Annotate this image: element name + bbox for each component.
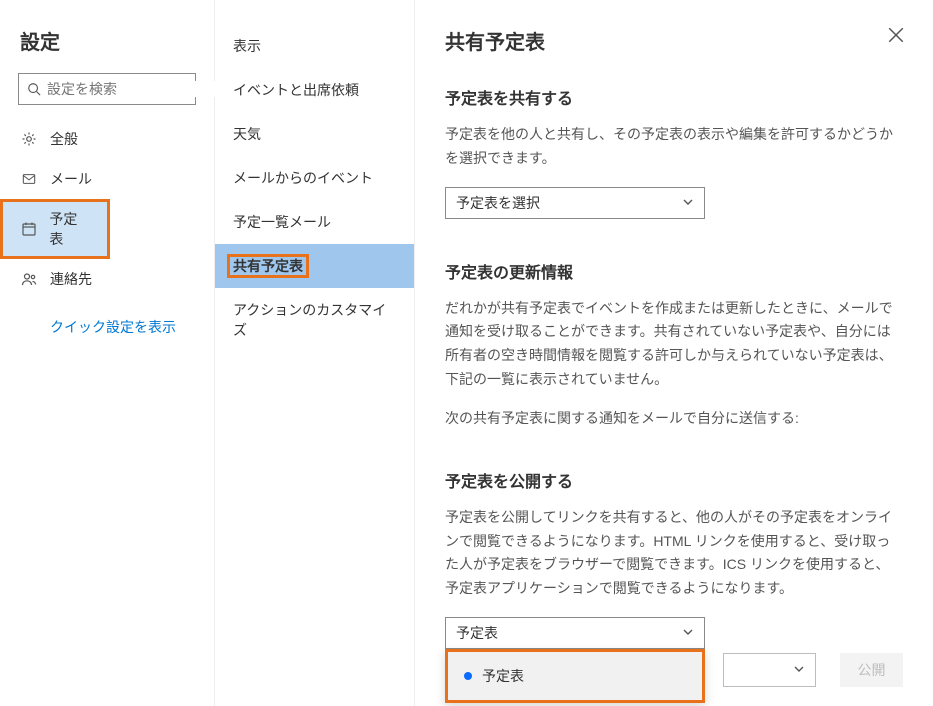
nav-item-calendar[interactable]: 予定表 [0, 199, 110, 259]
sub-item-label: 共有予定表 [227, 254, 309, 278]
sub-item-actions[interactable]: アクションのカスタマイズ [215, 288, 414, 352]
chevron-down-icon [682, 195, 694, 211]
sub-item-shared-calendars[interactable]: 共有予定表 [215, 244, 414, 288]
publish-option[interactable]: 予定表 [460, 660, 690, 692]
updates-desc: だれかが共有予定表でイベントを作成または更新したときに、メールで通知を受け取るこ… [445, 297, 903, 392]
nav-label: 全般 [50, 129, 78, 149]
contacts-icon [20, 270, 38, 288]
search-icon [27, 80, 41, 98]
chevron-down-icon [682, 625, 694, 641]
section-share: 予定表を共有する 予定表を他の人と共有し、その予定表の表示や編集を許可するかどう… [445, 85, 903, 219]
publish-button[interactable]: 公開 [840, 653, 903, 687]
mail-icon [20, 170, 38, 188]
publish-permission-select[interactable] [723, 653, 816, 687]
publish-desc: 予定表を公開してリンクを共有すると、他の人がその予定表をオンラインで閲覧できるよ… [445, 506, 903, 601]
settings-title: 設定 [0, 18, 214, 73]
settings-category-nav: 設定 全般 メール 予定表 [0, 0, 215, 706]
nav-label: メール [50, 169, 92, 189]
settings-search[interactable] [18, 73, 196, 105]
updates-label: 次の共有予定表に関する通知をメールで自分に送信する: [445, 408, 903, 428]
section-publish: 予定表を公開する 予定表を公開してリンクを共有すると、他の人がその予定表をオンラ… [445, 468, 903, 687]
share-title: 予定表を共有する [445, 85, 903, 109]
sub-item-view[interactable]: 表示 [215, 24, 414, 68]
calendar-icon [20, 220, 37, 238]
chevron-down-icon [793, 662, 805, 678]
nav-item-general[interactable]: 全般 [0, 119, 214, 159]
share-calendar-select[interactable]: 予定表を選択 [445, 187, 705, 219]
sub-item-events[interactable]: イベントと出席依頼 [215, 68, 414, 112]
section-updates: 予定表の更新情報 だれかが共有予定表でイベントを作成または更新したときに、メール… [445, 259, 903, 428]
nav-label: 予定表 [49, 209, 90, 249]
settings-content: 共有予定表 予定表を共有する 予定表を他の人と共有し、その予定表の表示や編集を許… [415, 0, 933, 706]
updates-title: 予定表の更新情報 [445, 259, 903, 283]
share-desc: 予定表を他の人と共有し、その予定表の表示や編集を許可するかどうかを選択できます。 [445, 123, 903, 171]
publish-option-label: 予定表 [482, 666, 524, 686]
sub-item-weather[interactable]: 天気 [215, 112, 414, 156]
nav-item-contacts[interactable]: 連絡先 [0, 259, 214, 299]
publish-title: 予定表を公開する [445, 468, 903, 492]
nav-item-mail[interactable]: メール [0, 159, 214, 199]
gear-icon [20, 130, 38, 148]
quick-settings-link[interactable]: クイック設定を表示 [0, 299, 214, 337]
publish-select-value: 予定表 [456, 623, 498, 643]
sub-item-agenda[interactable]: 予定一覧メール [215, 200, 414, 244]
settings-search-input[interactable] [47, 81, 228, 97]
share-select-value: 予定表を選択 [456, 193, 540, 213]
sub-item-frommail[interactable]: メールからのイベント [215, 156, 414, 200]
close-button[interactable] [887, 26, 907, 46]
publish-select-dropdown: 予定表 [445, 649, 705, 703]
publish-calendar-select[interactable]: 予定表 [445, 617, 705, 649]
settings-subnav: 表示 イベントと出席依頼 天気 メールからのイベント 予定一覧メール 共有予定表… [215, 0, 415, 706]
nav-label: 連絡先 [50, 269, 92, 289]
page-title: 共有予定表 [445, 26, 903, 55]
calendar-color-dot [464, 672, 472, 680]
